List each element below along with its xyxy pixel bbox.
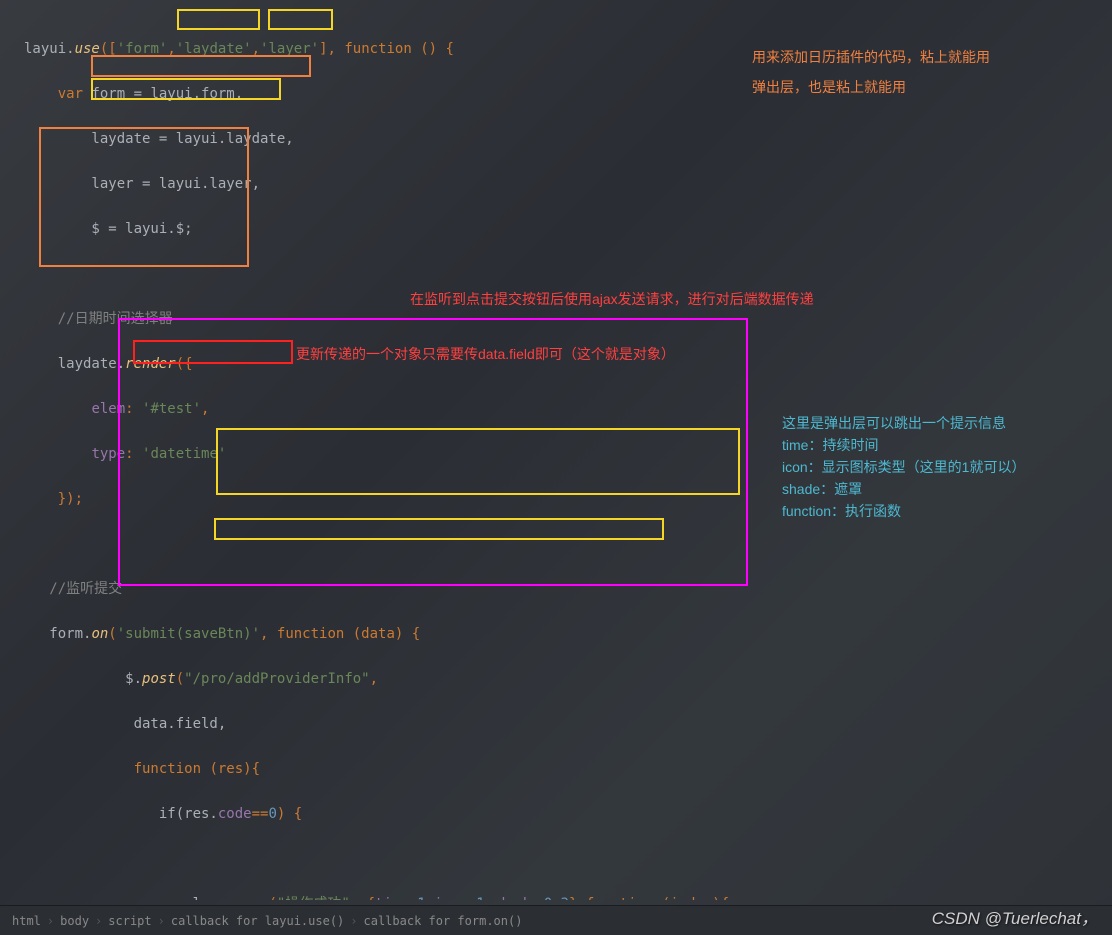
code-token: (	[268, 896, 276, 901]
code-token: :	[468, 896, 476, 901]
code-token: on	[91, 626, 108, 642]
code-token: laydate.	[24, 356, 125, 372]
code-token: :	[409, 896, 417, 901]
code-token: "操作成功"	[277, 896, 350, 901]
code-token: ==	[252, 806, 269, 822]
code-token: function	[344, 41, 411, 57]
code-token: data.field,	[24, 716, 226, 732]
chevron-right-icon: ›	[95, 914, 102, 928]
annotation-cyan-5: function：执行函数	[782, 500, 901, 522]
highlight-box-layer-str	[268, 9, 333, 30]
highlight-box-data-field	[133, 340, 293, 364]
annotation-cyan-2: time：持续时间	[782, 434, 878, 456]
code-token: function	[277, 626, 344, 642]
code-token: });	[24, 491, 83, 507]
annotation-orange-2: 弹出层，也是粘上就能用	[752, 76, 906, 98]
code-token: //监听提交	[49, 581, 122, 597]
code-token	[24, 311, 58, 327]
code-token: layer.	[24, 896, 243, 901]
annotation-cyan-4: shade：遮罩	[782, 478, 862, 500]
code-token: msg	[243, 896, 268, 901]
code-token: (res){	[201, 761, 260, 777]
code-token: (	[108, 626, 116, 642]
chevron-right-icon: ›	[47, 914, 54, 928]
code-token: form.	[24, 626, 91, 642]
code-token: 1	[417, 896, 425, 901]
code-token: ,	[426, 896, 434, 901]
code-token: 0	[268, 806, 276, 822]
highlight-box-fail-msg	[214, 518, 664, 540]
code-token: var	[58, 86, 83, 102]
annotation-red-2: 更新传递的一个对象只需要传data.field即可（这个就是对象）	[296, 343, 675, 365]
annotation-orange-1: 用来添加日历插件的代码，粘上就能用	[752, 46, 990, 68]
code-token: 'submit(saveBtn)'	[117, 626, 260, 642]
chevron-right-icon: ›	[350, 914, 357, 928]
code-token: code	[218, 806, 252, 822]
code-token: ],	[319, 41, 344, 57]
highlight-box-laydate-render	[39, 127, 249, 267]
code-token: icon	[434, 896, 468, 901]
breadcrumb-item[interactable]: callback for form.on()	[364, 914, 523, 928]
highlight-box-laydate-assign	[91, 55, 311, 77]
breadcrumb-item[interactable]: body	[60, 914, 89, 928]
code-token: },	[569, 896, 586, 901]
code-token: ,	[260, 626, 277, 642]
code-token: ) {	[277, 806, 302, 822]
annotation-cyan-1: 这里是弹出层可以跳出一个提示信息	[782, 412, 1006, 434]
code-token	[24, 581, 49, 597]
code-token: ,	[370, 671, 378, 687]
code-token: function	[134, 761, 201, 777]
code-token: post	[142, 671, 176, 687]
breadcrumb-item[interactable]: callback for layui.use()	[171, 914, 344, 928]
code-token	[24, 446, 91, 462]
breadcrumb-item[interactable]: script	[108, 914, 151, 928]
code-token: :	[535, 896, 543, 901]
code-token: (data) {	[344, 626, 420, 642]
code-token: time	[375, 896, 409, 901]
highlight-box-success-msg	[216, 428, 740, 495]
code-token: function	[586, 896, 653, 901]
code-token: 0.3	[544, 896, 569, 901]
code-token	[24, 86, 58, 102]
code-token: ,	[485, 896, 493, 901]
chevron-right-icon: ›	[158, 914, 165, 928]
annotation-red-1: 在监听到点击提交按钮后使用ajax发送请求，进行对后端数据传递	[410, 288, 814, 310]
code-token: () {	[412, 41, 454, 57]
code-token: $.	[24, 671, 142, 687]
highlight-box-layer-assign	[91, 78, 281, 100]
code-token: if(res.	[24, 806, 218, 822]
code-token: , {	[350, 896, 375, 901]
code-token: (	[176, 671, 184, 687]
code-token	[24, 401, 91, 417]
watermark-text: CSDN @Tuerlechat，	[932, 904, 1098, 929]
code-token	[24, 761, 134, 777]
code-token: shade	[493, 896, 535, 901]
code-token: (index){	[653, 896, 729, 901]
code-token: "/pro/addProviderInfo"	[184, 671, 369, 687]
code-token: 1	[476, 896, 484, 901]
highlight-box-laydate-str	[177, 9, 260, 30]
code-token: layui.	[24, 41, 75, 57]
annotation-cyan-3: icon：显示图标类型（这里的1就可以）	[782, 456, 1025, 478]
breadcrumb-item[interactable]: html	[12, 914, 41, 928]
